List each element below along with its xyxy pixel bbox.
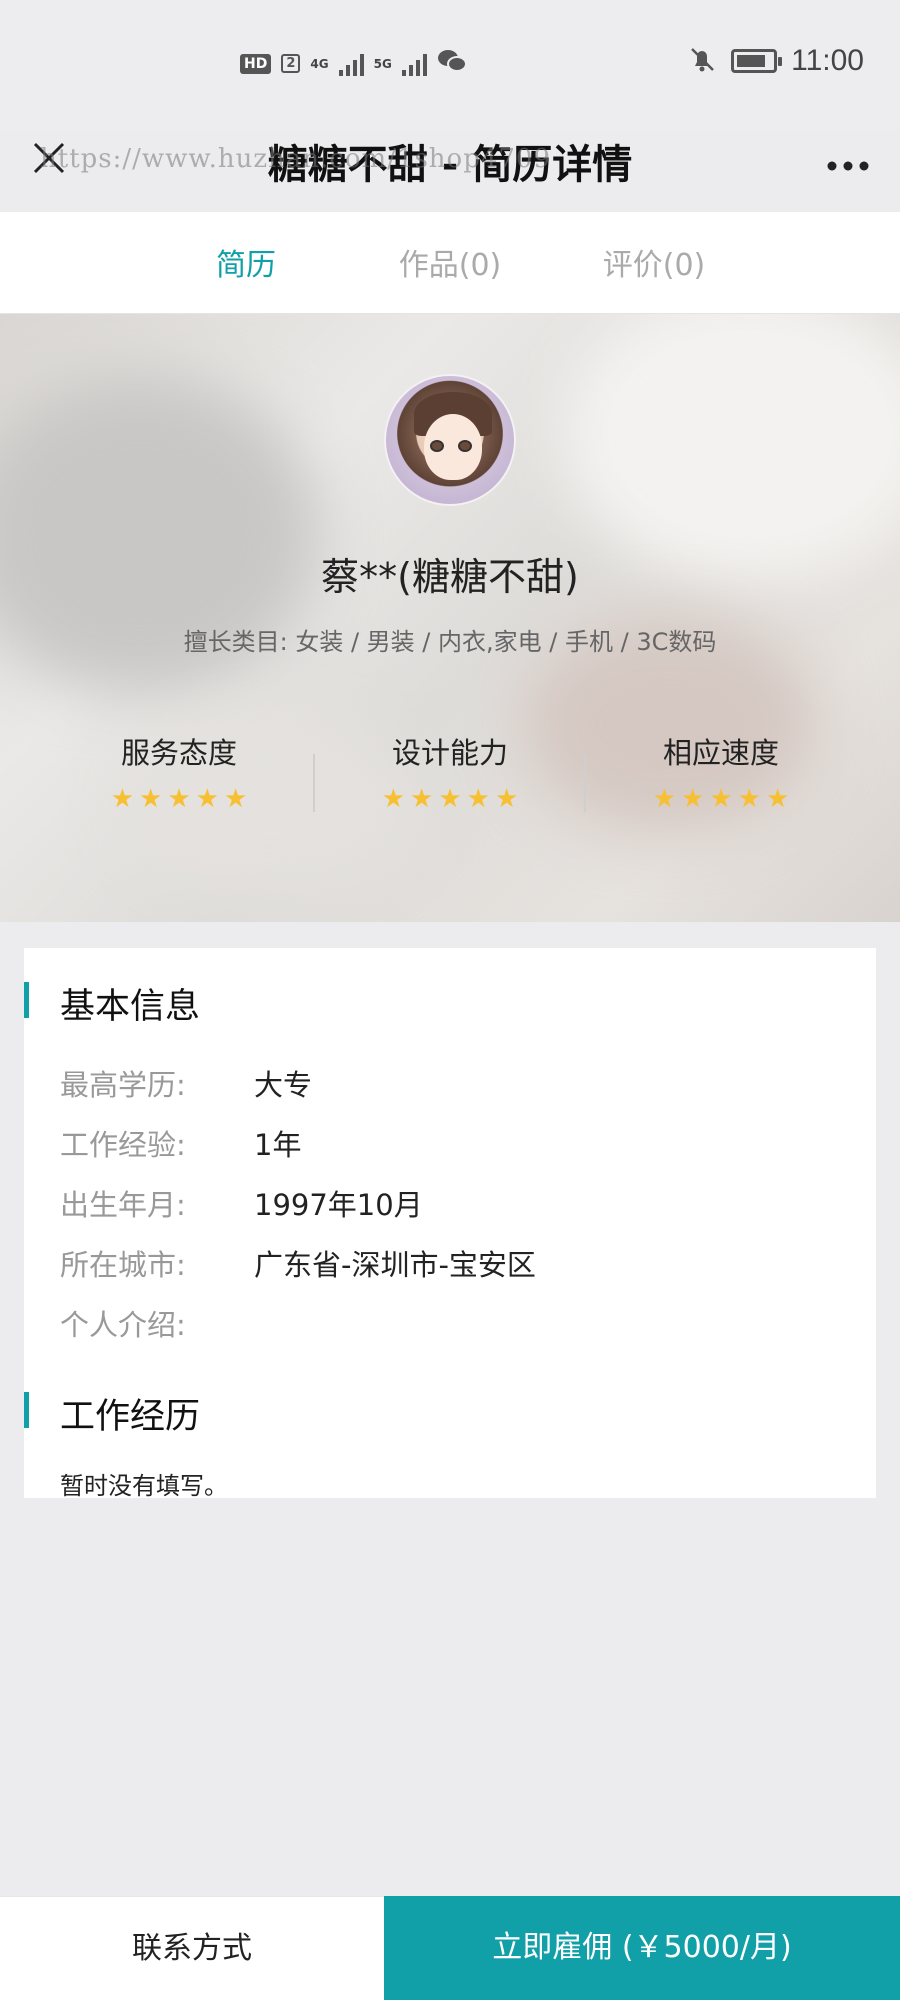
- hd-badge: HD: [240, 53, 272, 74]
- rating-design: 设计能力 ★ ★ ★ ★ ★: [315, 730, 585, 812]
- background-blur: [560, 314, 900, 584]
- section-title: 基本信息: [60, 987, 201, 1027]
- star-icon: ★: [709, 784, 733, 814]
- battery-charging-icon: [731, 49, 783, 73]
- rating-speed: 相应速度 ★ ★ ★ ★ ★: [586, 730, 856, 812]
- sim-badge: 2: [281, 54, 301, 73]
- tab-resume[interactable]: 简历: [166, 240, 326, 284]
- tab-works[interactable]: 作品(0): [370, 240, 530, 284]
- status-bar: HD 2 4G 5G 11:00: [0, 0, 900, 130]
- status-right: 11:00: [687, 44, 864, 78]
- signal-icon: [401, 52, 427, 76]
- info-value: 1997年10月: [254, 1188, 423, 1222]
- hire-now-button[interactable]: 立即雇佣 (￥5000/月): [384, 1896, 900, 2000]
- work-experience-text: 暂时没有填写。: [60, 1472, 228, 1500]
- star-icon: ★: [195, 784, 219, 814]
- star-icon: ★: [223, 784, 248, 814]
- watermark: https://www.huzhan.com/1shop4709: [40, 144, 552, 174]
- info-label: 出生年月:: [60, 1188, 186, 1222]
- specialties: 擅长类目: 女装 / 男装 / 内衣,家电 / 手机 / 3C数码: [183, 628, 717, 656]
- star-icon: ★: [681, 784, 705, 814]
- star-icon: ★: [139, 784, 163, 814]
- rating-service: 服务态度 ★ ★ ★ ★ ★: [44, 730, 314, 812]
- mute-bell-icon: [687, 44, 717, 78]
- info-label: 最高学历:: [60, 1068, 186, 1102]
- star-rating: ★ ★ ★ ★ ★: [586, 786, 856, 812]
- signal-icon: [338, 52, 364, 76]
- tab-reviews[interactable]: 评价(0): [574, 240, 734, 284]
- network-label-1: 4G: [310, 56, 329, 71]
- designer-name: 蔡**(糖糖不甜): [321, 555, 579, 599]
- info-value: 大专: [254, 1068, 313, 1102]
- star-rating: ★ ★ ★ ★ ★: [44, 786, 314, 812]
- status-left: HD 2 4G 5G: [240, 48, 467, 79]
- rating-label: 相应速度: [662, 736, 779, 770]
- contact-button[interactable]: 联系方式: [0, 1896, 384, 2000]
- star-icon: ★: [110, 784, 135, 814]
- more-button[interactable]: [826, 140, 870, 181]
- info-value: 广东省-深圳市-宝安区: [254, 1248, 536, 1282]
- profile-hero: 蔡**(糖糖不甜) 擅长类目: 女装 / 男装 / 内衣,家电 / 手机 / 3…: [0, 314, 900, 922]
- star-icon: ★: [737, 784, 761, 814]
- bottom-action-bar: 联系方式 立即雇佣 (￥5000/月): [0, 1896, 900, 2000]
- star-icon: ★: [765, 784, 790, 814]
- info-label: 工作经验:: [60, 1128, 186, 1162]
- info-label: 所在城市:: [60, 1248, 186, 1282]
- ratings: 服务态度 ★ ★ ★ ★ ★ 设计能力 ★ ★ ★ ★ ★ 相应速度 ★ ★ ★ ★ ★: [0, 730, 900, 820]
- star-icon: ★: [494, 784, 519, 814]
- title-bar: 糖糖不甜 - 简历详情 https://www.huzhan.com/1shop…: [0, 120, 900, 210]
- status-time: 11:00: [791, 44, 864, 77]
- star-rating: ★ ★ ★ ★ ★: [315, 786, 585, 812]
- rating-label: 设计能力: [391, 736, 508, 770]
- section-accent-bar: [24, 982, 29, 1018]
- star-icon: ★: [381, 784, 406, 814]
- section-accent-bar: [24, 1392, 29, 1428]
- more-icon: [827, 161, 869, 171]
- tab-bar: 简历 作品(0) 评价(0): [0, 212, 900, 314]
- info-value: 1年: [254, 1128, 302, 1162]
- star-icon: ★: [410, 784, 434, 814]
- info-label: 个人介绍:: [60, 1308, 186, 1342]
- star-icon: ★: [652, 784, 677, 814]
- star-icon: ★: [466, 784, 490, 814]
- star-icon: ★: [167, 784, 191, 814]
- star-icon: ★: [438, 784, 462, 814]
- info-card: 基本信息 最高学历: 大专 工作经验: 1年 出生年月: 1997年10月 所在…: [24, 948, 876, 1500]
- rating-label: 服务态度: [120, 736, 237, 770]
- wechat-icon: [437, 48, 467, 79]
- avatar: [384, 374, 516, 506]
- section-title: 工作经历: [60, 1397, 201, 1437]
- network-label-2: 5G: [373, 56, 392, 71]
